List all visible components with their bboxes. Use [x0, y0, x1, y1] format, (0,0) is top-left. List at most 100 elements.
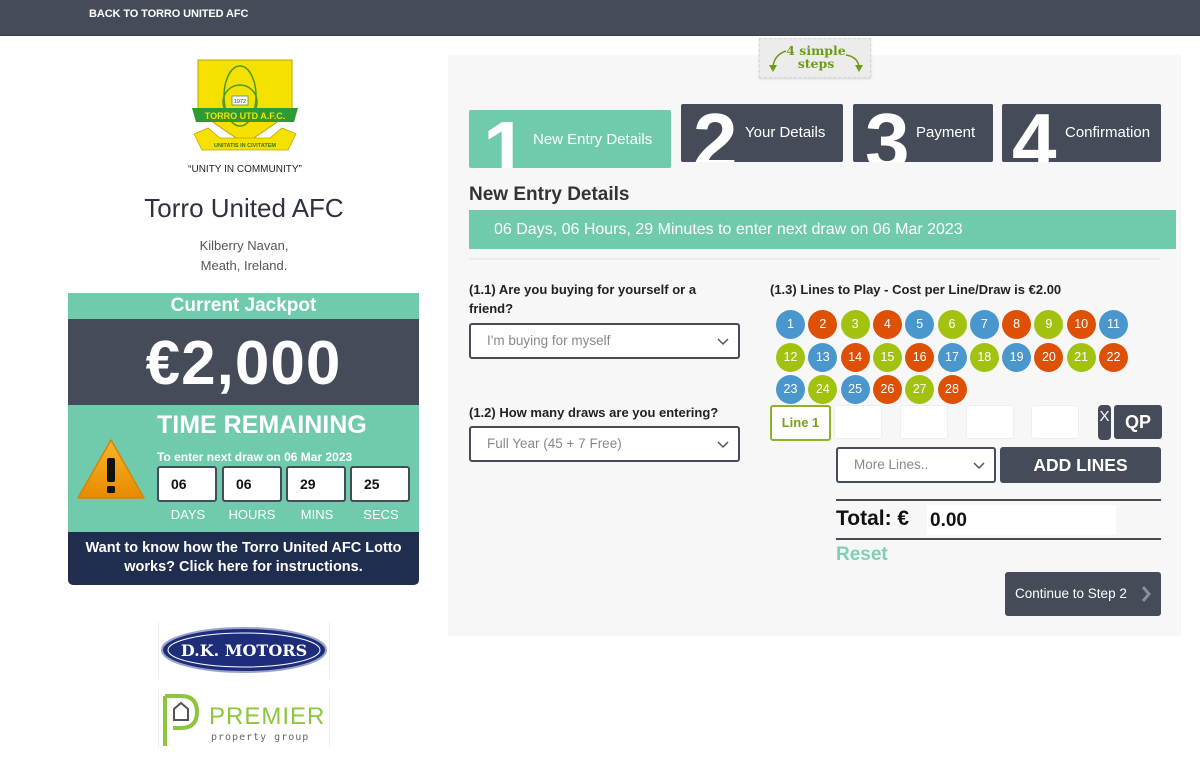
number-ball-22[interactable]: 22 — [1099, 342, 1128, 372]
number-ball-27[interactable]: 27 — [905, 375, 935, 404]
club-logo: 1972 TORRO UTD A.F.C. UNITATIS IN CIVITA… — [180, 52, 310, 178]
q2-label: (1.2) How many draws are you entering? — [469, 405, 719, 420]
line-1-pick-1[interactable] — [834, 405, 882, 439]
countdown-secs: 25 — [350, 466, 410, 502]
number-ball-14[interactable]: 14 — [840, 342, 870, 372]
number-ball-4[interactable]: 4 — [872, 310, 902, 339]
number-ball-28[interactable]: 28 — [937, 375, 967, 404]
address-line-1: Kilberry Navan, — [199, 238, 289, 253]
countdown-days-label: DAYS — [170, 507, 206, 522]
quick-pick-button[interactable]: QP — [1114, 405, 1162, 439]
steps-badge-text: 4 simple steps — [786, 43, 846, 71]
q3-label: (1.3) Lines to Play - Cost per Line/Draw… — [770, 282, 1062, 297]
club-address: Kilberry Navan, Meath, Ireland. — [68, 236, 420, 276]
step-3-tab[interactable]: 3 Payment — [853, 104, 993, 162]
countdown-mins: 29 — [286, 466, 346, 502]
section-title: New Entry Details — [469, 184, 630, 205]
svg-text:PREMIER: PREMIER — [209, 703, 325, 730]
number-ball-10[interactable]: 10 — [1066, 310, 1096, 339]
address-line-2: Meath, Ireland. — [200, 258, 288, 273]
number-ball-26[interactable]: 26 — [872, 375, 902, 404]
next-draw-text: To enter next draw on 06 Mar 2023 — [157, 450, 353, 464]
number-ball-7[interactable]: 7 — [969, 310, 999, 339]
svg-text:“UNITY IN COMMUNITY”: “UNITY IN COMMUNITY” — [188, 164, 302, 175]
number-ball-8[interactable]: 8 — [1002, 310, 1032, 339]
chevron-down-icon — [717, 441, 729, 449]
continue-label: Continue to Step 2 — [1015, 586, 1127, 601]
number-ball-16[interactable]: 16 — [905, 342, 935, 372]
countdown-hours: 06 — [222, 466, 282, 502]
number-ball-5[interactable]: 5 — [905, 310, 935, 339]
time-remaining-title: TIME REMAINING — [157, 411, 367, 439]
total-divider-top — [836, 499, 1161, 501]
buying-for-value: I'm buying for myself — [487, 333, 611, 348]
countdown-mins-label: MINS — [300, 507, 334, 522]
q1-label: (1.1) Are you buying for yourself or a f… — [469, 282, 697, 316]
step-2-label: Your Details — [745, 124, 826, 141]
number-ball-3[interactable]: 3 — [840, 310, 870, 339]
next-draw-banner: 06 Days, 06 Hours, 29 Minutes to enter n… — [469, 210, 1176, 249]
total-value: 0.00 — [927, 505, 1116, 535]
club-name: Torro United AFC — [144, 193, 344, 223]
step-1-tab[interactable]: 1 New Entry Details — [469, 110, 671, 168]
line-1-label: Line 1 — [770, 405, 831, 441]
step-2-tab[interactable]: 2 Your Details — [681, 104, 843, 162]
four-simple-steps-badge: 4 simple steps — [759, 38, 871, 78]
clear-line-button[interactable]: X — [1098, 405, 1111, 440]
draws-select[interactable]: Full Year (45 + 7 Free) — [469, 426, 740, 462]
step-2-number: 2 — [693, 104, 738, 162]
number-ball-20[interactable]: 20 — [1034, 342, 1064, 372]
svg-text:TORRO UTD A.F.C.: TORRO UTD A.F.C. — [205, 111, 286, 121]
line-1-pick-4[interactable] — [1031, 405, 1079, 439]
total-label: Total: € — [836, 507, 910, 530]
number-ball-21[interactable]: 21 — [1066, 342, 1096, 372]
warning-icon — [77, 439, 145, 499]
number-ball-13[interactable]: 13 — [808, 342, 838, 372]
countdown-secs-label: SECS — [363, 507, 399, 522]
jackpot-title: Current Jackpot — [68, 293, 419, 319]
reset-link[interactable]: Reset — [836, 544, 888, 566]
chevron-right-icon — [1141, 586, 1151, 602]
buying-for-select[interactable]: I'm buying for myself — [469, 323, 740, 359]
svg-text:D.K. MOTORS: D.K. MOTORS — [181, 641, 307, 660]
step-4-label: Confirmation — [1065, 124, 1151, 141]
back-to-club-link[interactable]: BACK TO TORRO UNITED AFC — [89, 8, 248, 20]
lotto-instructions-link[interactable]: Want to know how the Torro United AFC Lo… — [68, 532, 419, 585]
step-4-tab[interactable]: 4 Confirmation — [1002, 104, 1161, 162]
number-ball-6[interactable]: 6 — [937, 310, 967, 339]
time-remaining-section: TIME REMAINING To enter next draw on 06 … — [68, 405, 419, 532]
svg-text:1972: 1972 — [234, 99, 246, 105]
number-ball-11[interactable]: 11 — [1099, 310, 1128, 339]
more-lines-select[interactable]: More Lines.. — [836, 447, 996, 483]
step-1-number: 1 — [483, 110, 528, 168]
sponsor-dk-motors[interactable]: D.K. MOTORS — [158, 622, 330, 678]
top-nav-bar: BACK TO TORRO UNITED AFC — [0, 0, 1200, 36]
more-lines-placeholder: More Lines.. — [854, 457, 929, 472]
line-1-pick-3[interactable] — [966, 405, 1014, 439]
number-ball-23[interactable]: 23 — [776, 375, 805, 404]
continue-to-step-2-button[interactable]: Continue to Step 2 — [1005, 572, 1161, 616]
step-3-label: Payment — [916, 124, 976, 141]
number-ball-25[interactable]: 25 — [840, 375, 870, 404]
number-ball-15[interactable]: 15 — [872, 342, 902, 372]
jackpot-amount: €2,000 — [68, 319, 419, 405]
jackpot-panel: Current Jackpot €2,000 TIME REMAINING To… — [68, 293, 419, 585]
svg-text:property group: property group — [211, 732, 309, 743]
number-ball-1[interactable]: 1 — [776, 310, 805, 339]
add-lines-button[interactable]: ADD LINES — [1000, 447, 1161, 483]
number-ball-18[interactable]: 18 — [969, 342, 999, 372]
chevron-down-icon — [973, 462, 985, 470]
number-ball-19[interactable]: 19 — [1002, 342, 1032, 372]
sponsor-premier[interactable]: PREMIER property group — [158, 690, 330, 748]
chevron-down-icon — [717, 338, 729, 346]
number-ball-12[interactable]: 12 — [776, 342, 805, 372]
number-ball-17[interactable]: 17 — [937, 342, 967, 372]
step-4-number: 4 — [1012, 104, 1057, 162]
divider — [469, 258, 1160, 260]
total-divider-bottom — [836, 538, 1161, 540]
step-1-label: New Entry Details — [533, 131, 653, 148]
draws-value: Full Year (45 + 7 Free) — [487, 436, 622, 451]
countdown-hours-label: HOURS — [228, 507, 276, 522]
line-1-pick-2[interactable] — [900, 405, 948, 439]
step-3-number: 3 — [865, 104, 910, 162]
